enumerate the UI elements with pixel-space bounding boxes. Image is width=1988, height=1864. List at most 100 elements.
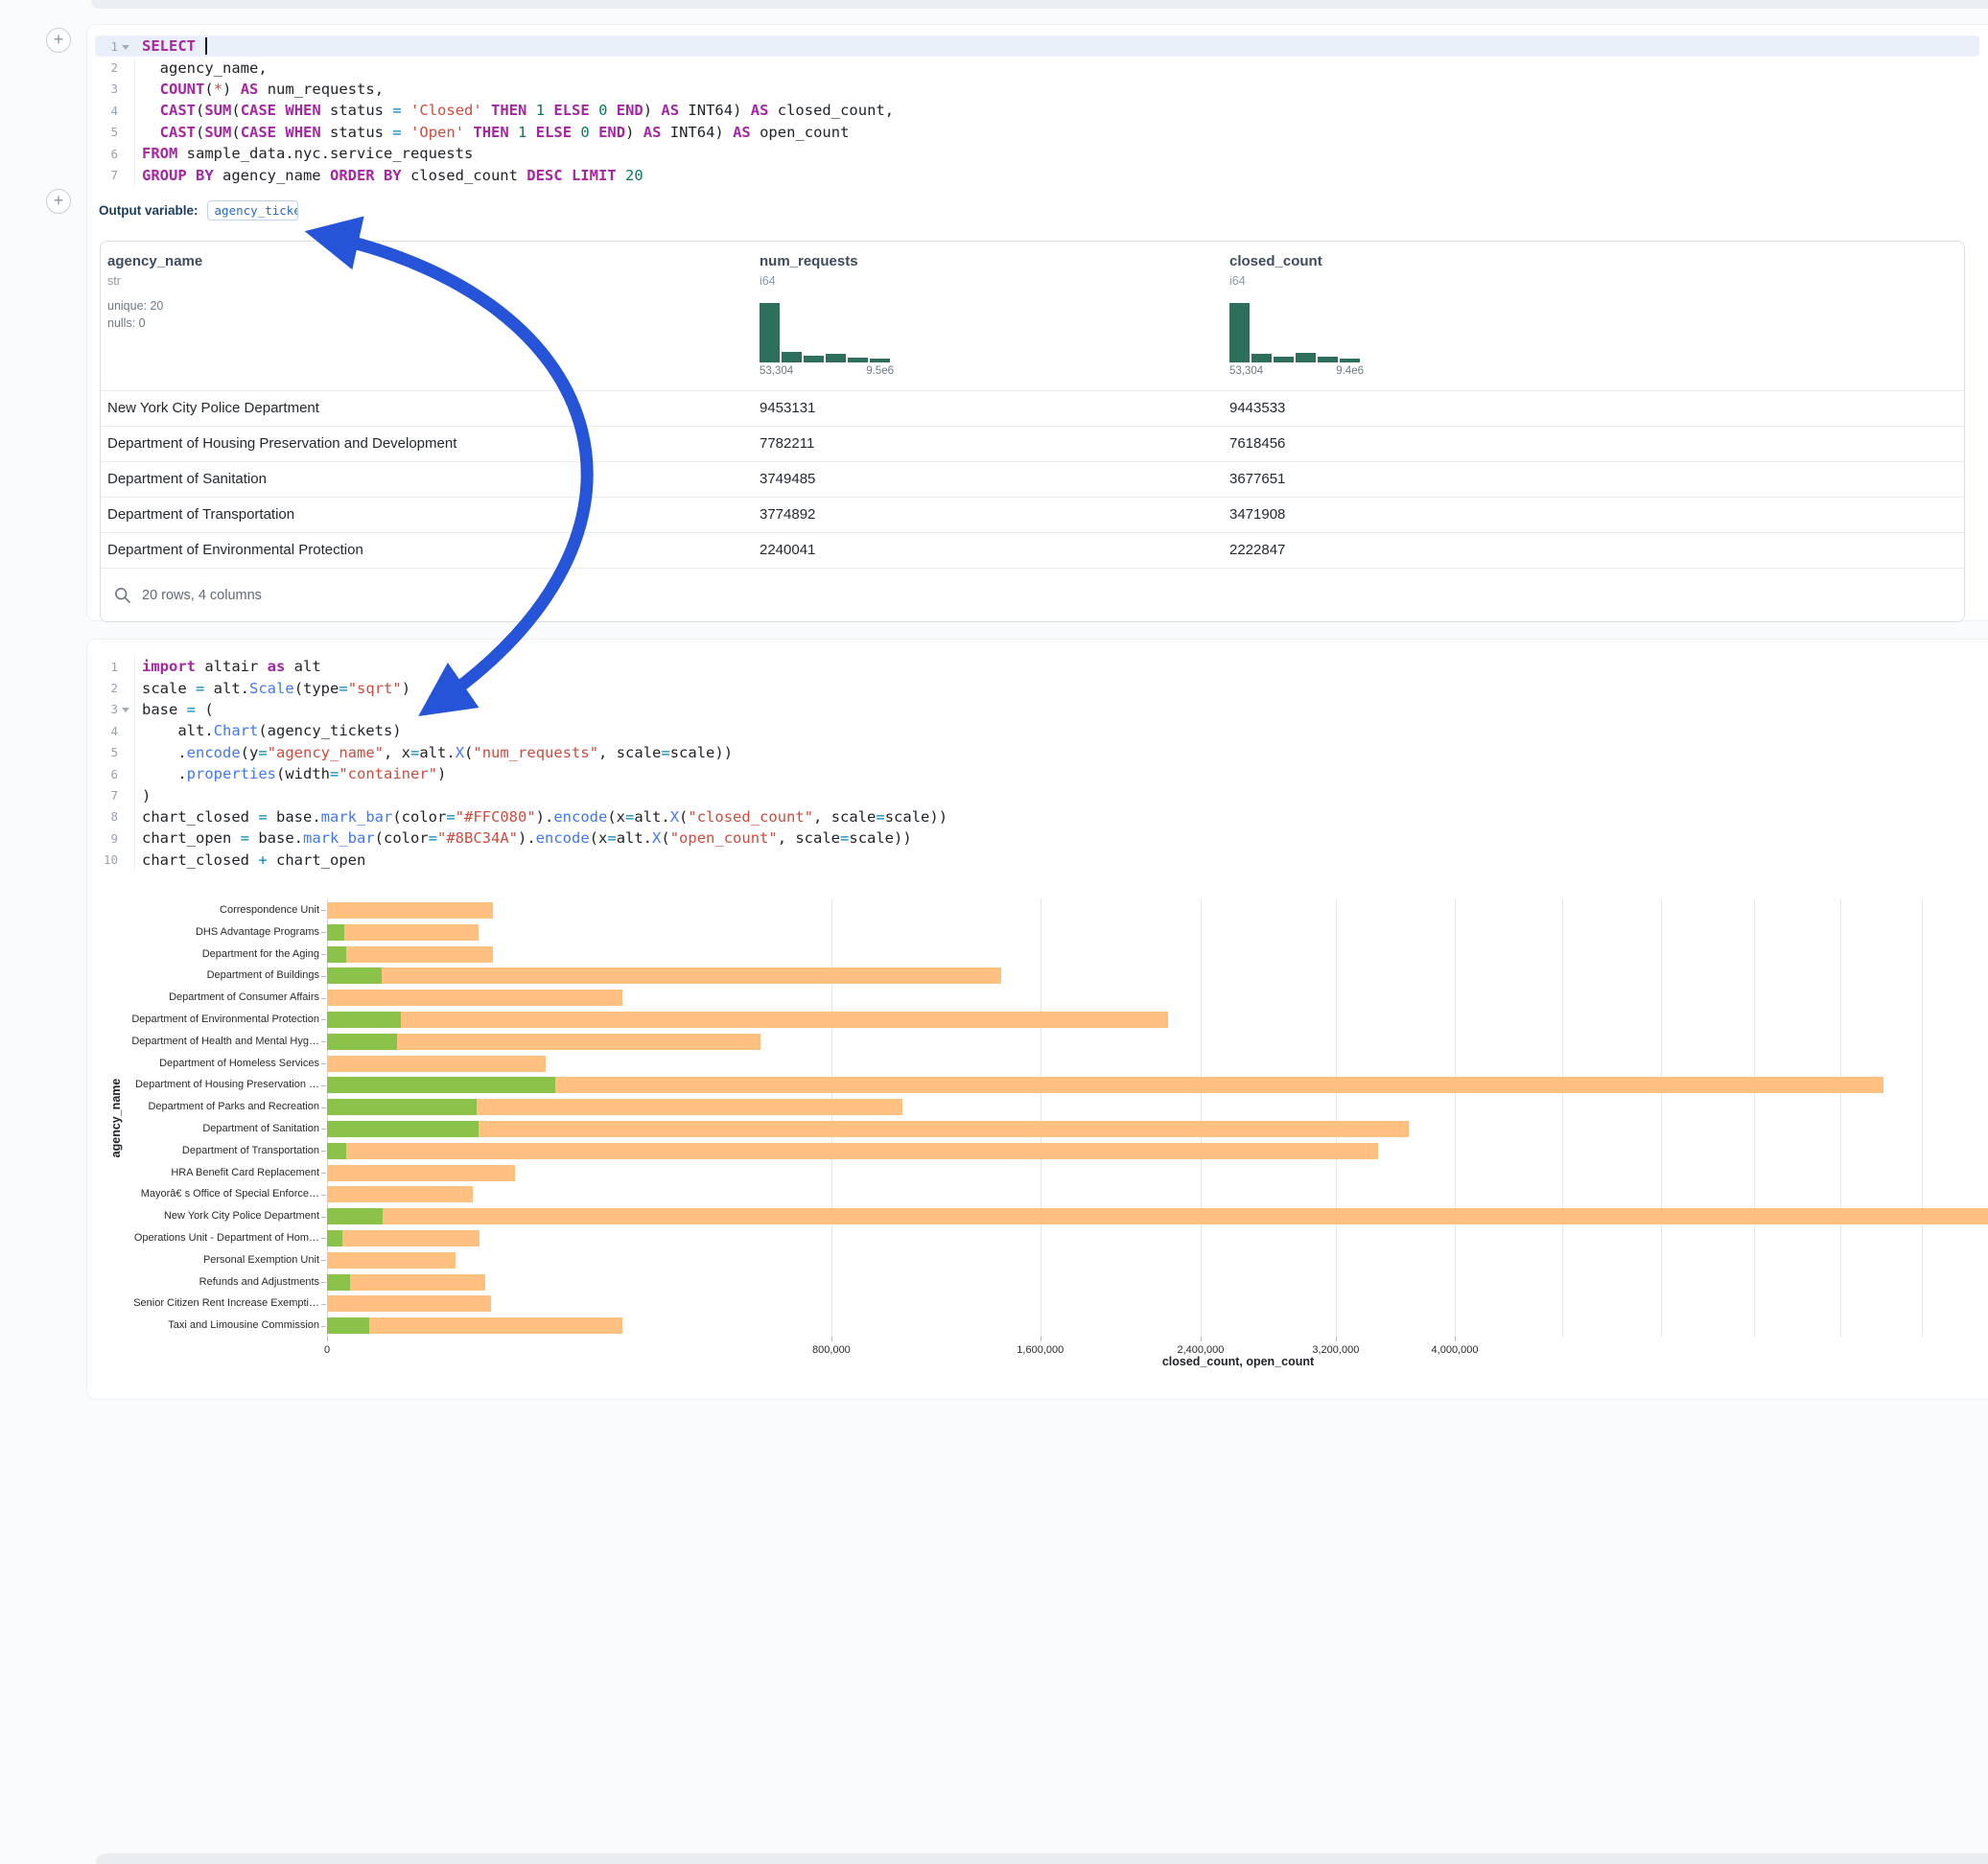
table-row[interactable]: Department of Sanitation37494853677651 — [101, 461, 1964, 497]
table-row[interactable]: Department of Housing Preservation and D… — [101, 426, 1964, 461]
code-token: (agency_tickets) — [258, 722, 401, 739]
code-token: 'Closed' — [410, 102, 482, 119]
code-text: chart_open = base.mark_bar(color="#8BC34… — [134, 827, 912, 849]
code-text: CAST(SUM(CASE WHEN status = 'Open' THEN … — [134, 122, 849, 143]
code-line[interactable]: 10chart_closed + chart_open — [95, 850, 1979, 871]
bar-closed-count — [327, 1230, 479, 1247]
line-number: 4 — [95, 724, 118, 738]
chevron-down-icon — [122, 708, 129, 712]
code-token: scale)) — [670, 744, 733, 761]
histogram-bar — [782, 352, 802, 362]
code-token: ) — [643, 102, 662, 119]
code-token — [590, 102, 598, 119]
code-token: DESC — [526, 167, 562, 184]
output-variable-chip[interactable]: agency_tickets — [207, 200, 298, 221]
code-text: .encode(y="agency_name", x=alt.X("num_re… — [134, 742, 733, 763]
column-type: i64 — [1229, 274, 1246, 288]
code-token: FROM — [142, 145, 177, 162]
x-axis-label: 800,000 — [812, 1344, 851, 1356]
code-line[interactable]: 6FROM sample_data.nyc.service_requests — [95, 143, 1979, 164]
add-cell-button-top[interactable]: + — [46, 28, 71, 53]
code-token — [617, 167, 625, 184]
code-token: = — [625, 808, 634, 826]
add-cell-button-middle[interactable]: + — [46, 189, 71, 214]
x-axis-tick — [1336, 1337, 1337, 1341]
code-line[interactable]: 5 .encode(y="agency_name", x=alt.X("num_… — [95, 742, 1979, 763]
output-variable-label: Output variable: — [99, 203, 199, 218]
histogram-bar — [1274, 357, 1294, 362]
code-line[interactable]: 4 CAST(SUM(CASE WHEN status = 'Closed' T… — [95, 100, 1979, 121]
fold-chevron-icon[interactable] — [118, 706, 132, 712]
table-cell: 3749485 — [760, 462, 815, 497]
column-type: i64 — [760, 274, 776, 288]
y-axis-tick — [321, 1282, 326, 1283]
code-token: num_requests, — [258, 81, 384, 98]
code-line[interactable]: 7) — [95, 784, 1979, 805]
code-token: (type — [294, 680, 339, 697]
chevron-down-icon — [122, 45, 129, 50]
code-line[interactable]: 9chart_open = base.mark_bar(color="#8BC3… — [95, 827, 1979, 849]
code-token: base — [142, 701, 187, 718]
table-header: agency_namestrunique: 20nulls: 0num_requ… — [101, 242, 1964, 390]
code-line[interactable]: 7GROUP BY agency_name ORDER BY closed_co… — [95, 164, 1979, 185]
code-token: END — [617, 102, 643, 119]
line-number: 8 — [95, 809, 118, 824]
code-token: sample_data.nyc.service_requests — [177, 145, 473, 162]
code-line[interactable]: 2 agency_name, — [95, 57, 1979, 78]
table-row[interactable]: Department of Transportation377489234719… — [101, 497, 1964, 532]
line-number: 6 — [95, 767, 118, 781]
y-axis-tick — [321, 1107, 326, 1108]
code-line[interactable]: 5 CAST(SUM(CASE WHEN status = 'Open' THE… — [95, 122, 1979, 143]
code-token: properties — [187, 765, 276, 782]
code-line[interactable]: 2scale = alt.Scale(type="sqrt") — [95, 677, 1979, 698]
y-axis-tick — [321, 1129, 326, 1130]
code-token — [482, 102, 491, 119]
code-token — [142, 124, 160, 141]
code-token: = — [840, 829, 849, 847]
code-line[interactable]: 4 alt.Chart(agency_tickets) — [95, 720, 1979, 741]
code-token: AS — [733, 124, 751, 141]
histogram-bar — [804, 356, 824, 362]
code-token: mark_bar — [321, 808, 393, 826]
histogram-bar — [1296, 353, 1316, 362]
code-token: ). — [518, 829, 536, 847]
bar-chart: closed_count, open_count agency_name Cor… — [87, 883, 1988, 1401]
y-axis-tick — [321, 1304, 326, 1305]
table-row[interactable]: New York City Police Department945313194… — [101, 390, 1964, 426]
code-text: COUNT(*) AS num_requests, — [134, 79, 384, 100]
y-axis-label: Personal Exemption Unit — [89, 1254, 319, 1266]
fold-chevron-icon[interactable] — [118, 43, 132, 50]
gridline — [831, 899, 832, 1337]
result-table: agency_namestrunique: 20nulls: 0num_requ… — [100, 241, 1965, 622]
search-icon[interactable] — [114, 587, 131, 604]
code-line[interactable]: 1import altair as alt — [95, 656, 1979, 677]
code-token — [402, 124, 410, 141]
python-editor[interactable]: 1import altair as alt2scale = alt.Scale(… — [95, 656, 1979, 871]
code-line[interactable]: 3 COUNT(*) AS num_requests, — [95, 79, 1979, 100]
gridline — [1754, 899, 1755, 1337]
line-number: 7 — [95, 168, 118, 182]
code-token: LIMIT — [572, 167, 617, 184]
code-token: encode — [553, 808, 607, 826]
code-token: INT64) — [679, 102, 751, 119]
code-token: scale — [142, 680, 196, 697]
code-token: "closed_count" — [688, 808, 813, 826]
sql-editor[interactable]: 1SELECT 2 agency_name,3 COUNT(*) AS num_… — [95, 35, 1979, 186]
y-axis-tick — [321, 1195, 326, 1196]
bar-open-count — [327, 946, 346, 963]
code-line[interactable]: 6 .properties(width="container") — [95, 763, 1979, 784]
code-token: status — [321, 102, 393, 119]
code-line[interactable]: 8chart_closed = base.mark_bar(color="#FF… — [95, 806, 1979, 827]
code-token: X — [652, 829, 661, 847]
bar-closed-count — [327, 1295, 491, 1312]
code-token: THEN — [491, 102, 526, 119]
y-axis-tick — [321, 1238, 326, 1239]
table-cell: 2222847 — [1229, 533, 1285, 568]
x-axis-label: 3,200,000 — [1312, 1344, 1359, 1356]
code-line[interactable]: 3base = ( — [95, 699, 1979, 720]
code-line[interactable]: 1SELECT — [95, 35, 1979, 57]
table-cell: Department of Environmental Protection — [107, 533, 363, 568]
bar-closed-count — [327, 1165, 515, 1181]
code-token: 0 — [580, 124, 589, 141]
table-row[interactable]: Department of Environmental Protection 22… — [101, 532, 1964, 568]
